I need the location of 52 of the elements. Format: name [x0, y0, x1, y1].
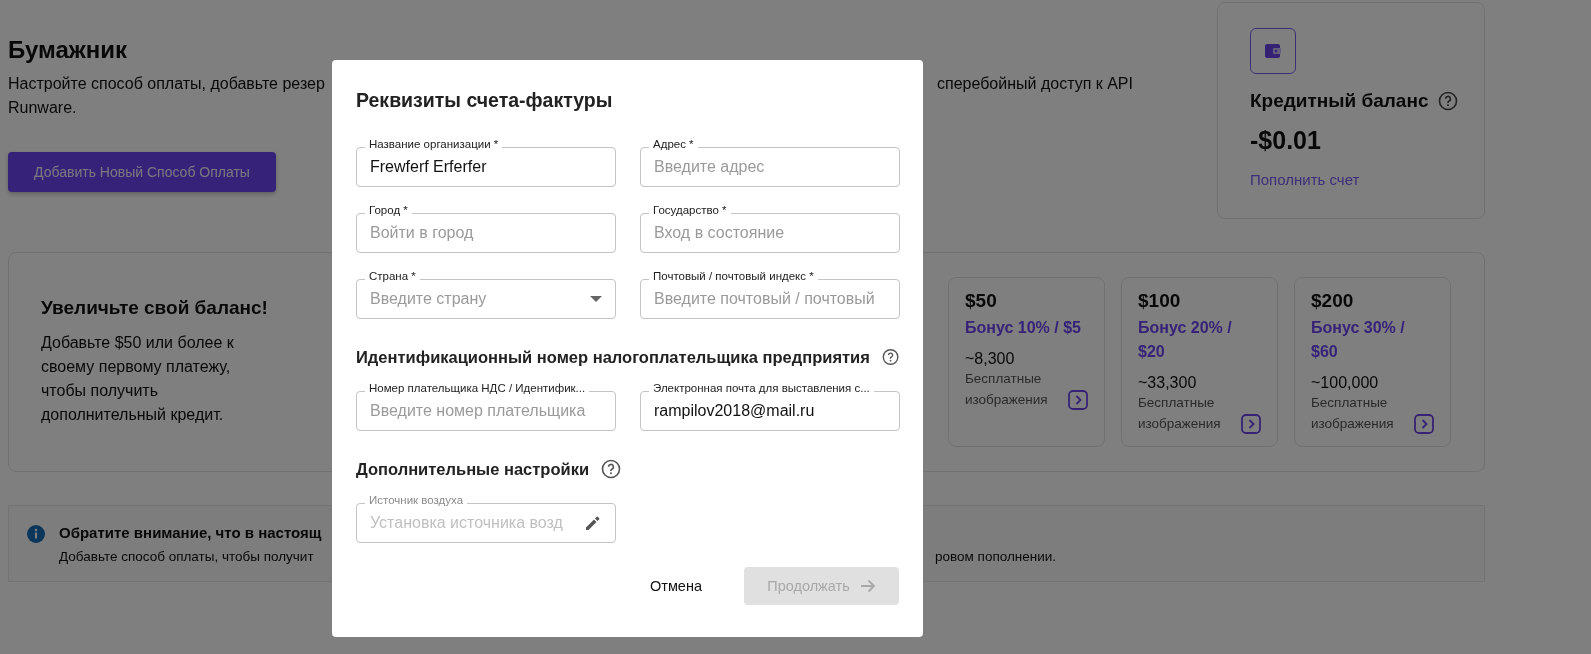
tier-images-count: ~33,300	[1138, 374, 1198, 392]
cancel-button[interactable]: Отмена	[641, 570, 710, 602]
field-label: Номер плательщика НДС / Идентифик...	[365, 382, 590, 394]
pencil-icon[interactable]	[584, 514, 602, 532]
tier-images-label: Бесплатные изображения	[1311, 394, 1395, 433]
field-label: Почтовый / почтовый индекс *	[649, 270, 818, 282]
tier-images-label: Бесплатные изображения	[1138, 394, 1222, 433]
caret-icon	[590, 296, 602, 302]
description-text: Runware.	[8, 98, 77, 118]
tier-card[interactable]: $100 Бонус 20% / $20 ~33,300 Бесплатные изображения	[1121, 277, 1278, 447]
section-heading: Дополнительные настройки	[356, 459, 590, 479]
tier-card[interactable]: $50 Бонус 10% / $5 ~8,300 Бесплатные изображения	[948, 277, 1105, 447]
field-label: Адрес *	[649, 138, 698, 150]
arrow-right-icon[interactable]	[1068, 390, 1088, 410]
tier-bonus: Бонус 30% / $60	[1311, 318, 1406, 362]
dialog-title: Реквизиты счета-фактуры	[356, 88, 614, 112]
help-icon[interactable]	[1438, 91, 1459, 111]
balance-amount: -$0.01	[1250, 126, 1322, 155]
arrow-right-icon	[859, 579, 876, 593]
field-label: Электронная почта для выставления с...	[649, 382, 874, 394]
wallet-icon	[1250, 28, 1296, 74]
info-icon	[27, 525, 45, 543]
tier-card[interactable]: $200 Бонус 30% / $60 ~100,000 Бесплатные изображения	[1294, 277, 1451, 447]
notice-text: Добавьте способ оплаты, чтобы получит	[59, 549, 315, 564]
tier-images-count: ~8,300	[965, 350, 1016, 368]
field-label: Город *	[365, 204, 412, 216]
tier-bonus: Бонус 10% / $5	[965, 318, 1082, 338]
tier-images-label: Бесплатные изображения	[965, 370, 1049, 409]
help-icon[interactable]	[881, 347, 899, 367]
description-text: Настройте способ оплаты, добавьте резер	[8, 74, 326, 94]
field-label: Государство *	[649, 204, 731, 216]
tier-images-count: ~100,000	[1311, 374, 1380, 392]
promo-title: Увеличьте свой баланс!	[41, 297, 269, 319]
tier-amount: $100	[1138, 290, 1182, 312]
arrow-right-icon[interactable]	[1414, 414, 1434, 434]
arrow-right-icon[interactable]	[1241, 414, 1261, 434]
page-title: Бумажник	[8, 36, 129, 64]
field-label: Источник воздуха	[365, 494, 468, 506]
field-label: Страна *	[365, 270, 420, 282]
notice-text: ровом пополнении.	[935, 549, 1057, 564]
tier-amount: $50	[965, 290, 998, 312]
section-heading: Идентификационный номер налогоплательщика предприятия	[356, 347, 870, 367]
add-payment-method-button[interactable]: Добавить Новый Способ Оплаты	[8, 152, 276, 192]
help-icon[interactable]	[601, 459, 622, 479]
field-label: Название организации *	[365, 138, 503, 150]
top-up-link[interactable]: Пополнить счет	[1250, 171, 1360, 188]
tier-bonus: Бонус 20% / $20	[1138, 318, 1233, 362]
description-text: сперебойный доступ к API	[937, 74, 1134, 94]
tier-amount: $200	[1311, 290, 1355, 312]
balance-title: Кредитный баланс	[1250, 90, 1429, 112]
notice-title: Обратите внимание, что в настоящ	[59, 524, 322, 541]
promo-text: Добавьте $50 или более к своему первому платежу, чтобы получить дополнительный кредит.	[41, 333, 235, 425]
